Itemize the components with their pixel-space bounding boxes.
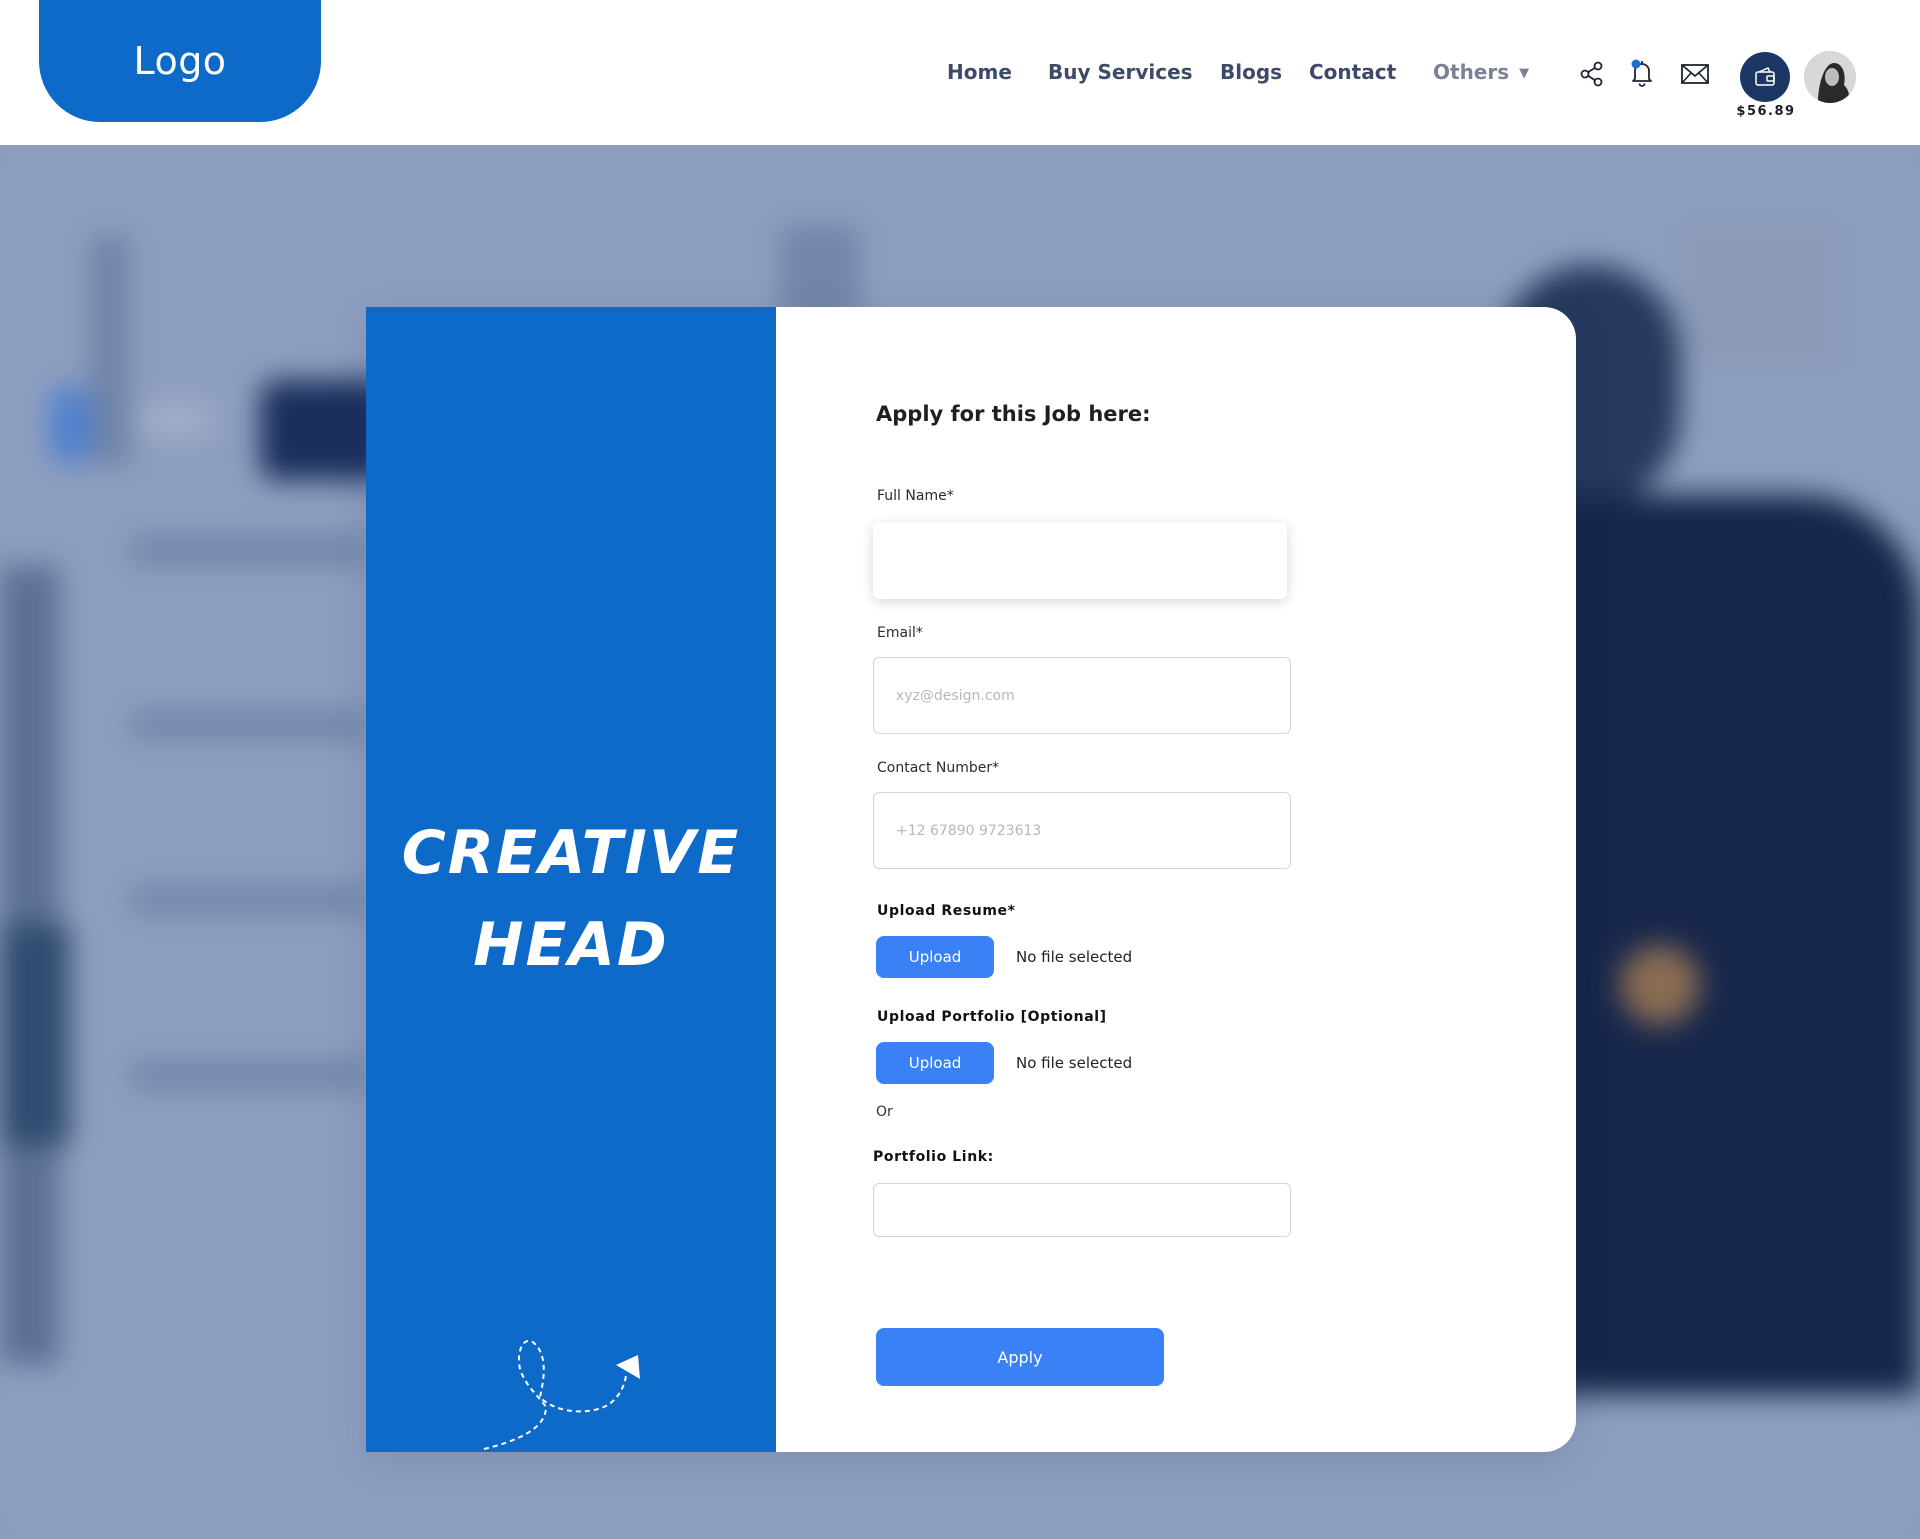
- paper-plane-trail-icon: [483, 1340, 640, 1450]
- nav-others-label: Others: [1433, 60, 1510, 84]
- email-field[interactable]: [873, 657, 1291, 734]
- job-application-modal: CREATIVE HEAD Apply for this Job here: F…: [366, 307, 1576, 1452]
- contact-number-field[interactable]: [873, 792, 1291, 869]
- bell-icon[interactable]: [1628, 58, 1656, 87]
- nav-contact[interactable]: Contact: [1309, 60, 1396, 84]
- upload-resume-button[interactable]: Upload: [876, 936, 994, 978]
- nav-buy-services[interactable]: Buy Services: [1048, 60, 1193, 84]
- wallet-button[interactable]: [1740, 52, 1790, 102]
- or-divider-text: Or: [876, 1104, 893, 1120]
- top-navigation-bar: Logo Home Buy Services Blogs Contact Oth…: [0, 0, 1920, 145]
- nav-others-dropdown[interactable]: Others ▼: [1433, 60, 1529, 84]
- avatar[interactable]: [1804, 51, 1856, 103]
- resume-file-status: No file selected: [1016, 948, 1133, 966]
- share-icon[interactable]: [1578, 60, 1606, 88]
- wallet-icon: [1755, 67, 1775, 86]
- contact-number-label: Contact Number*: [877, 760, 1000, 776]
- apply-button[interactable]: Apply: [876, 1328, 1164, 1386]
- nav-home[interactable]: Home: [947, 60, 1012, 84]
- job-title-panel: CREATIVE HEAD: [366, 307, 776, 1452]
- upload-resume-label: Upload Resume*: [877, 903, 1016, 919]
- upload-portfolio-label: Upload Portfolio [Optional]: [877, 1009, 1107, 1025]
- wallet-balance: $56.89: [1736, 104, 1796, 119]
- portfolio-link-label: Portfolio Link:: [873, 1149, 994, 1165]
- job-title-line-2: HEAD: [473, 910, 669, 980]
- portfolio-file-status: No file selected: [1016, 1054, 1133, 1072]
- job-title: CREATIVE HEAD: [366, 807, 776, 991]
- full-name-field[interactable]: [873, 522, 1287, 599]
- upload-portfolio-button[interactable]: Upload: [876, 1042, 994, 1084]
- email-label: Email*: [877, 625, 923, 641]
- full-name-label: Full Name*: [877, 488, 954, 504]
- mail-icon[interactable]: [1680, 60, 1710, 88]
- logo[interactable]: Logo: [39, 0, 321, 122]
- form-heading: Apply for this Job here:: [876, 402, 1151, 426]
- nav-blogs[interactable]: Blogs: [1220, 60, 1282, 84]
- job-title-line-1: CREATIVE: [401, 818, 741, 888]
- caret-down-icon: ▼: [1519, 66, 1530, 81]
- portfolio-link-field[interactable]: [873, 1183, 1291, 1237]
